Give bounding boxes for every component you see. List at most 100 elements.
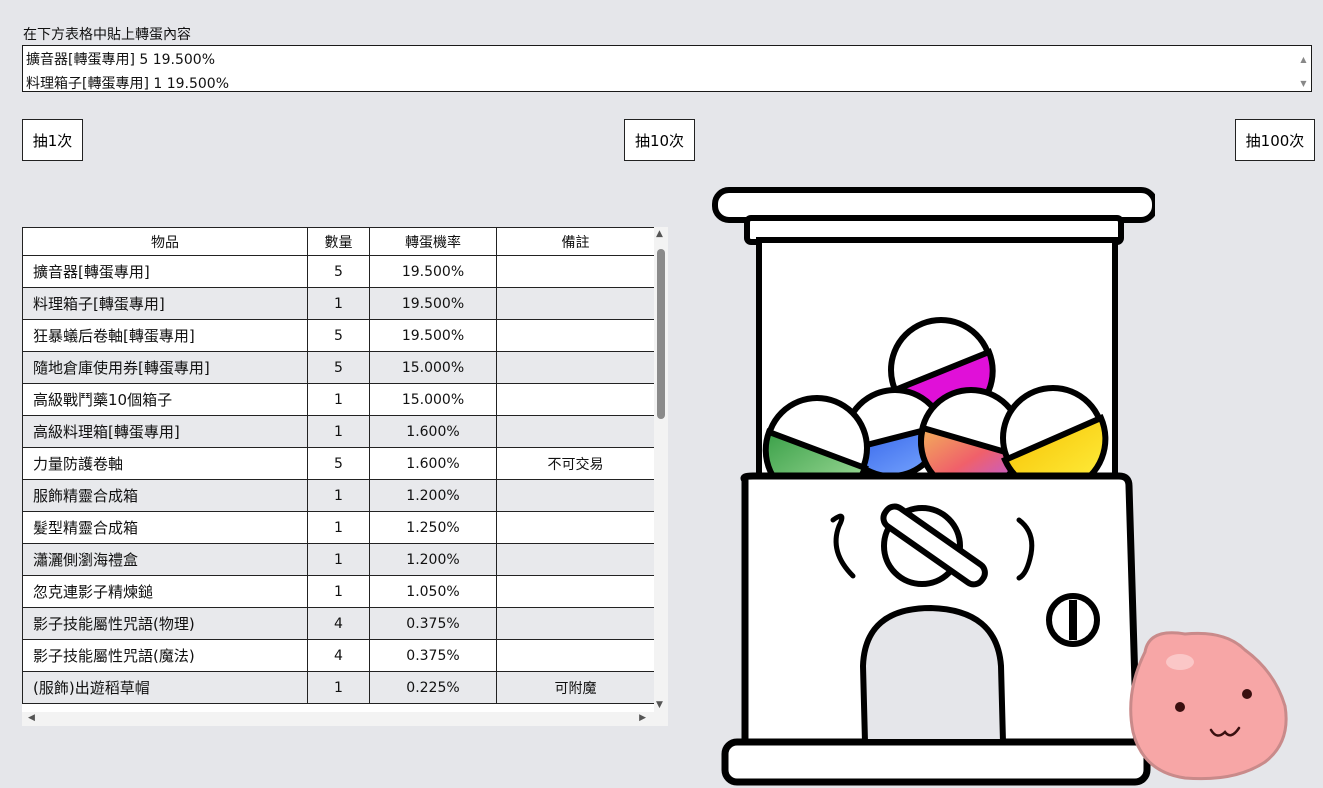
rate-cell: 1.250%: [369, 511, 497, 544]
scroll-thumb[interactable]: [657, 249, 665, 419]
item-name-cell: 狂暴蟻后卷軸[轉蛋專用]: [22, 319, 308, 352]
table-row: 高級料理箱[轉蛋專用] 1 1.600%: [22, 415, 655, 448]
header-qty: 數量: [307, 227, 370, 256]
table-row: 忽克連影子精煉鎚 1 1.050%: [22, 575, 655, 608]
table-horizontal-scrollbar[interactable]: ◀ ▶: [22, 712, 668, 726]
rate-cell: 0.225%: [369, 671, 497, 704]
item-name-cell: 髮型精靈合成箱: [22, 511, 308, 544]
table-row: 影子技能屬性咒語(物理) 4 0.375%: [22, 607, 655, 640]
item-name-cell: 瀟灑側瀏海禮盒: [22, 543, 308, 576]
pink-slime-mascot: [1129, 631, 1288, 781]
table-row: 影子技能屬性咒語(魔法) 4 0.375%: [22, 639, 655, 672]
note-cell: [496, 415, 655, 448]
rate-cell: 15.000%: [369, 351, 497, 384]
header-note: 備註: [496, 227, 655, 256]
table-row: 料理箱子[轉蛋專用] 1 19.500%: [22, 287, 655, 320]
qty-cell: 5: [307, 255, 370, 288]
item-name-cell: 服飾精靈合成箱: [22, 479, 308, 512]
gacha-table-container[interactable]: 物品 數量 轉蛋機率 備註 擴音器[轉蛋專用] 5 19.500% 料理箱子[轉蛋專用…: [22, 227, 668, 726]
qty-cell: 1: [307, 671, 370, 704]
slime-eye: [1242, 689, 1252, 699]
rate-cell: 1.200%: [369, 479, 497, 512]
draw-100-button[interactable]: 抽100次: [1235, 119, 1315, 161]
header-rate: 轉蛋機率: [369, 227, 497, 256]
qty-cell: 4: [307, 639, 370, 672]
item-name-cell: 高級戰鬥藥10個箱子: [22, 383, 308, 416]
note-cell: 不可交易: [496, 447, 655, 480]
table-row: 服飾精靈合成箱 1 1.200%: [22, 479, 655, 512]
qty-cell: 4: [307, 607, 370, 640]
item-name-cell: 料理箱子[轉蛋專用]: [22, 287, 308, 320]
rate-cell: 1.600%: [369, 447, 497, 480]
table-row: 力量防護卷軸 5 1.600% 不可交易: [22, 447, 655, 480]
qty-cell: 1: [307, 511, 370, 544]
scroll-down-icon[interactable]: ▼: [656, 700, 663, 710]
table-header-row: 物品 數量 轉蛋機率 備註: [22, 227, 655, 256]
table-row: 擴音器[轉蛋專用] 5 19.500%: [22, 255, 655, 288]
note-cell: [496, 479, 655, 512]
item-name-cell: 影子技能屬性咒語(魔法): [22, 639, 308, 672]
item-name-cell: 力量防護卷軸: [22, 447, 308, 480]
table-row: 狂暴蟻后卷軸[轉蛋專用] 5 19.500%: [22, 319, 655, 352]
gacha-machine-illustration: [712, 187, 1155, 786]
note-cell: [496, 639, 655, 672]
qty-cell: 5: [307, 319, 370, 352]
note-cell: [496, 511, 655, 544]
table-row: 髮型精靈合成箱 1 1.250%: [22, 511, 655, 544]
scroll-down-icon[interactable]: ▼: [1300, 72, 1306, 91]
item-name-cell: 影子技能屬性咒語(物理): [22, 607, 308, 640]
rate-cell: 1.600%: [369, 415, 497, 448]
rate-cell: 1.200%: [369, 543, 497, 576]
qty-cell: 1: [307, 479, 370, 512]
table-row: 瀟灑側瀏海禮盒 1 1.200%: [22, 543, 655, 576]
table-row: (服飾)出遊稻草帽 1 0.225% 可附魔: [22, 671, 655, 704]
slime-eye: [1175, 702, 1185, 712]
gacha-items-table: 物品 數量 轉蛋機率 備註 擴音器[轉蛋專用] 5 19.500% 料理箱子[轉蛋專用…: [22, 227, 655, 704]
scroll-up-icon[interactable]: ▲: [1300, 48, 1306, 72]
draw-1-button[interactable]: 抽1次: [22, 119, 83, 161]
qty-cell: 5: [307, 447, 370, 480]
gacha-content-input[interactable]: 擴音器[轉蛋專用] 5 19.500% 料理箱子[轉蛋專用] 1 19.500%…: [22, 45, 1312, 92]
table-row: 隨地倉庫使用券[轉蛋專用] 5 15.000%: [22, 351, 655, 384]
rate-cell: 19.500%: [369, 255, 497, 288]
note-cell: [496, 255, 655, 288]
qty-cell: 1: [307, 543, 370, 576]
scroll-up-icon[interactable]: ▲: [656, 229, 663, 239]
rate-cell: 19.500%: [369, 287, 497, 320]
note-cell: [496, 607, 655, 640]
item-name-cell: (服飾)出遊稻草帽: [22, 671, 308, 704]
item-name-cell: 忽克連影子精煉鎚: [22, 575, 308, 608]
rate-cell: 19.500%: [369, 319, 497, 352]
rate-cell: 0.375%: [369, 607, 497, 640]
rate-cell: 0.375%: [369, 639, 497, 672]
note-cell: [496, 383, 655, 416]
note-cell: [496, 543, 655, 576]
item-name-cell: 擴音器[轉蛋專用]: [22, 255, 308, 288]
qty-cell: 1: [307, 287, 370, 320]
rate-cell: 1.050%: [369, 575, 497, 608]
input-line: 料理箱子[轉蛋專用] 1 19.500%: [26, 76, 230, 92]
qty-cell: 5: [307, 351, 370, 384]
draw-10-button[interactable]: 抽10次: [624, 119, 695, 161]
note-cell: 可附魔: [496, 671, 655, 704]
paste-instruction-label: 在下方表格中貼上轉蛋內容: [23, 27, 191, 43]
table-row: 高級戰鬥藥10個箱子 1 15.000%: [22, 383, 655, 416]
note-cell: [496, 575, 655, 608]
item-name-cell: 隨地倉庫使用券[轉蛋專用]: [22, 351, 308, 384]
scroll-left-icon[interactable]: ◀: [28, 713, 35, 723]
table-vertical-scrollbar[interactable]: ▲ ▼: [654, 227, 668, 712]
machine-base: [721, 738, 1151, 786]
rate-cell: 15.000%: [369, 383, 497, 416]
capsule-outlet: [859, 604, 1007, 745]
scroll-right-icon[interactable]: ▶: [639, 713, 646, 723]
qty-cell: 1: [307, 383, 370, 416]
note-cell: [496, 319, 655, 352]
item-name-cell: 高級料理箱[轉蛋專用]: [22, 415, 308, 448]
note-cell: [496, 351, 655, 384]
note-cell: [496, 287, 655, 320]
input-line: 擴音器[轉蛋專用] 5 19.500%: [26, 52, 216, 68]
input-scrollbar[interactable]: ▲ ▼ ◢: [1298, 48, 1309, 89]
qty-cell: 1: [307, 415, 370, 448]
qty-cell: 1: [307, 575, 370, 608]
header-item: 物品: [22, 227, 308, 256]
